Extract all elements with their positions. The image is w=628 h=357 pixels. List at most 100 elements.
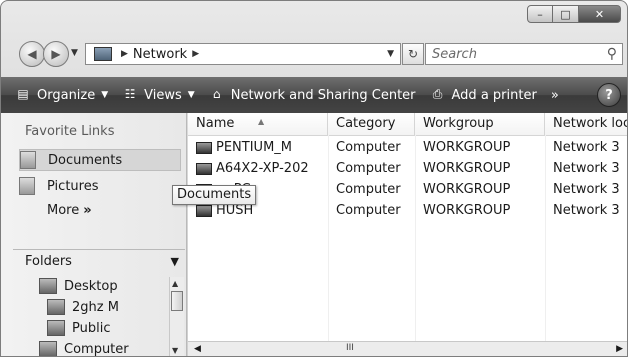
sort-ascending-icon: ▲ [258, 117, 265, 126]
organize-button[interactable]: ▤ Organize ▼ [15, 87, 108, 103]
name-cell: A64X2-XP-202 [188, 158, 328, 179]
command-toolbar: ▤ Organize ▼ ☷ Views ▼ ⌂ Network and Sha… [1, 77, 627, 113]
explorer-window: – □ ✕ ◀ ▶ ▼ ▶ Network ▶ ▼ ↻ Search ⚲ ▤ O… [0, 0, 628, 357]
tooltip: Documents [172, 185, 257, 205]
back-button[interactable]: ◀ [19, 41, 45, 67]
folders-title: Folders [25, 254, 72, 269]
tree-item-label: Computer [64, 341, 129, 357]
tree-item-desktop[interactable]: Desktop [39, 276, 118, 296]
network-sharing-center-button[interactable]: ⌂ Network and Sharing Center [209, 87, 416, 103]
tree-item-2ghz-m[interactable]: 2ghz M [47, 297, 119, 317]
column-header-name[interactable]: ▲ Name [188, 113, 328, 135]
search-input[interactable]: Search [432, 47, 477, 62]
network-sharing-label: Network and Sharing Center [230, 87, 416, 103]
workgroup-cell: WORKGROUP [423, 161, 511, 176]
back-arrow-icon: ◀ [27, 47, 37, 61]
close-button[interactable]: ✕ [579, 5, 621, 23]
category-cell: Computer [336, 203, 401, 218]
user-folder-icon [47, 299, 65, 315]
window-caption-buttons: – □ ✕ [527, 5, 621, 23]
name-cell: PENTIUM_M [188, 137, 328, 158]
toolbar-overflow-button[interactable]: » [551, 88, 559, 103]
scroll-left-icon[interactable]: ◀ [194, 344, 201, 354]
tree-item-label: Public [72, 320, 111, 336]
chevron-down-icon: ▼ [101, 90, 109, 100]
workgroup-cell: WORKGROUP [423, 182, 511, 197]
column-header-label: Name [196, 116, 235, 131]
chevron-down-icon: ▼ [170, 255, 179, 268]
search-icon[interactable]: ⚲ [607, 46, 617, 62]
category-cell: Computer [336, 140, 401, 155]
tree-item-label: 2ghz M [72, 299, 119, 315]
network-location-cell: Network 3 [553, 203, 620, 218]
views-button[interactable]: ☷ Views ▼ [122, 87, 195, 103]
more-links-button[interactable]: More» [47, 203, 92, 218]
documents-icon [20, 151, 36, 169]
forward-arrow-icon: ▶ [51, 47, 61, 61]
horizontal-scrollbar[interactable]: ◀ III ▶ [188, 341, 627, 356]
maximize-button[interactable]: □ [553, 5, 579, 23]
breadcrumb-network[interactable]: Network [133, 47, 187, 62]
recent-pages-dropdown[interactable]: ▼ [71, 48, 78, 58]
folders-scrollbar[interactable]: ▲ ▼ [169, 277, 184, 356]
scroll-down-icon[interactable]: ▼ [172, 346, 178, 355]
tree-item-computer[interactable]: Computer [39, 339, 129, 357]
refresh-icon: ↻ [407, 47, 419, 61]
help-button[interactable]: ? [597, 83, 621, 107]
breadcrumb-separator-icon[interactable]: ▶ [121, 49, 128, 59]
forward-button[interactable]: ▶ [43, 41, 69, 67]
views-icon: ☷ [124, 87, 136, 101]
tree-item-public[interactable]: Public [47, 318, 110, 338]
double-chevron-icon: » [83, 203, 92, 218]
printer-icon: ⎙ [432, 87, 443, 101]
favorite-link-pictures[interactable]: Pictures [19, 175, 181, 197]
cell-text: A64X2-XP-202 [216, 161, 309, 176]
desktop-icon [39, 278, 57, 294]
add-printer-button[interactable]: ⎙ Add a printer [430, 87, 537, 103]
network-sharing-icon: ⌂ [212, 87, 221, 101]
column-headers: ▲ Name Category Workgroup Network loca [188, 113, 627, 136]
computer-icon [39, 341, 57, 356]
scroll-right-icon[interactable]: ▶ [616, 344, 623, 354]
organize-label: Organize [37, 87, 96, 103]
computer-icon [196, 141, 212, 154]
favorite-link-label: Pictures [47, 178, 99, 194]
scroll-thumb[interactable] [171, 291, 183, 311]
table-row[interactable]: PENTIUM_M Computer WORKGROUP Network 3 [188, 137, 627, 158]
file-list: ▲ Name Category Workgroup Network loca P… [188, 113, 627, 356]
column-header-category[interactable]: Category [328, 113, 415, 135]
refresh-button[interactable]: ↻ [402, 43, 424, 65]
column-header-workgroup[interactable]: Workgroup [415, 113, 545, 135]
network-location-cell: Network 3 [553, 140, 620, 155]
address-bar[interactable]: ▶ Network ▶ ▼ [85, 43, 401, 65]
pictures-icon [19, 177, 35, 195]
public-folder-icon [47, 320, 65, 336]
scroll-up-icon[interactable]: ▲ [172, 279, 178, 288]
network-location-cell: Network 3 [553, 161, 620, 176]
more-label: More [47, 203, 80, 218]
add-printer-label: Add a printer [451, 87, 537, 103]
tree-item-label: Desktop [64, 278, 118, 294]
address-dropdown-icon[interactable]: ▼ [387, 49, 394, 59]
workgroup-cell: WORKGROUP [423, 140, 511, 155]
navigation-pane: Favorite Links Documents Pictures More» … [1, 113, 187, 357]
computer-icon [196, 204, 212, 217]
folders-header[interactable]: Folders ▼ [13, 249, 185, 273]
cell-text: PENTIUM_M [216, 140, 293, 155]
favorite-link-label: Documents [48, 152, 123, 168]
breadcrumb-separator-icon[interactable]: ▶ [192, 49, 199, 59]
network-icon [94, 47, 112, 61]
category-cell: Computer [336, 161, 401, 176]
minimize-button[interactable]: – [527, 5, 553, 23]
column-header-network-location[interactable]: Network loca [545, 113, 627, 135]
search-box[interactable]: Search ⚲ [425, 43, 623, 65]
chevron-down-icon: ▼ [187, 90, 195, 100]
computer-icon [196, 162, 212, 175]
favorite-links-title: Favorite Links [25, 124, 115, 139]
table-row[interactable]: A64X2-XP-202 Computer WORKGROUP Network … [188, 158, 627, 179]
category-cell: Computer [336, 182, 401, 197]
favorite-link-documents[interactable]: Documents [19, 149, 181, 171]
organize-icon: ▤ [17, 87, 29, 101]
scroll-thumb-grip[interactable]: III [346, 343, 354, 353]
workgroup-cell: WORKGROUP [423, 203, 511, 218]
